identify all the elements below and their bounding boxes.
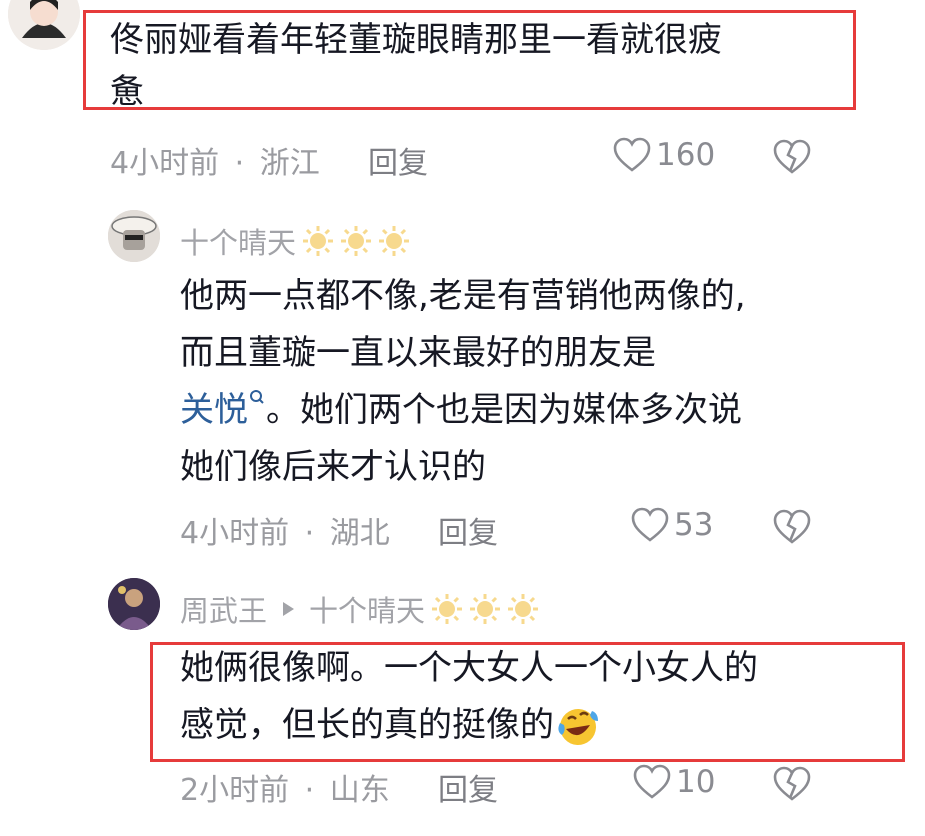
comment1-meta: 4小时前 · 浙江 [110, 138, 320, 182]
reply1-text-line2: 而且董璇一直以来最好的朋友是 [180, 333, 656, 373]
reply2-text: 她俩很像啊。一个大女人一个小女人的 感觉，但长的真的挺像的 [180, 640, 900, 754]
reply2-time: 2小时前 [180, 773, 290, 808]
comment1-location: 浙江 [259, 146, 320, 181]
play-arrow-icon [283, 602, 295, 616]
reply1-location: 湖北 [329, 516, 390, 551]
comment1-dislike-button[interactable] [772, 138, 812, 180]
sun-icon [508, 594, 539, 624]
broken-heart-icon [773, 139, 811, 174]
heart-icon [633, 764, 671, 799]
reply1-text: 他两一点都不像,老是有营销他两像的, 而且董璇一直以来最好的朋友是 关悦 。她们两… [180, 268, 880, 496]
reply1-like-button[interactable]: 53 [630, 506, 713, 544]
comment1-reply-button[interactable]: 回复 [368, 138, 428, 182]
reply1-text-line1: 他两一点都不像,老是有营销他两像的, [180, 276, 746, 316]
reply2-text-line2-text: 感觉，但长的真的挺像的 [180, 705, 554, 745]
sun-icon [432, 594, 463, 624]
reply2-username[interactable]: 周武王 十个晴天 [180, 588, 539, 630]
sun-icon [379, 226, 410, 256]
search-link-guanyue[interactable]: 关悦 [180, 390, 248, 430]
separator: · [234, 146, 245, 181]
separator: · [304, 773, 315, 808]
reply1-reply-button[interactable]: 回复 [438, 508, 498, 552]
reply2-text-line1: 她俩很像啊。一个大女人一个小女人的 [180, 648, 758, 688]
reply1-user: 十个晴天 [180, 226, 297, 260]
comment1-like-count: 160 [656, 137, 716, 173]
broken-heart-icon [773, 509, 811, 544]
reply1-text-line3-rest: 。她们两个也是因为媒体多次说 [266, 390, 742, 430]
separator: · [304, 516, 315, 551]
avatar-comment1[interactable] [8, 0, 80, 50]
comment1-like-button[interactable]: 160 [612, 136, 715, 174]
reply1-like-count: 53 [674, 507, 714, 543]
search-icon[interactable] [248, 388, 266, 410]
reply2-meta: 2小时前 · 山东 [180, 765, 390, 809]
broken-heart-icon [773, 766, 811, 801]
heart-icon [613, 137, 651, 172]
sun-icon [470, 594, 501, 624]
avatar-image [8, 0, 80, 50]
reply1-text-line4: 她们像后来才认识的 [180, 447, 486, 487]
comment1-text-line2: 惫 [110, 72, 144, 112]
reply2-user: 周武王 [180, 594, 268, 628]
laughing-crying-emoji-icon [558, 708, 598, 745]
reply2-reply-button[interactable]: 回复 [438, 765, 498, 809]
avatar-image [108, 578, 160, 630]
avatar-image [108, 210, 160, 262]
comment1-time: 4小时前 [110, 146, 220, 181]
sun-icon [303, 226, 334, 256]
heart-icon [631, 507, 669, 542]
reply1-username[interactable]: 十个晴天 [180, 220, 410, 262]
reply1-text-line3: 关悦 。她们两个也是因为媒体多次说 [180, 382, 880, 439]
reply1-time: 4小时前 [180, 516, 290, 551]
reply1-meta: 4小时前 · 湖北 [180, 508, 390, 552]
reply2-like-count: 10 [676, 764, 716, 800]
comment1-text: 佟丽娅看着年轻董璇眼睛那里一看就很疲 惫 [110, 14, 850, 118]
avatar-reply2[interactable] [108, 578, 160, 630]
avatar-reply1[interactable] [108, 210, 160, 262]
reply2-dislike-button[interactable] [772, 765, 812, 807]
sun-icon [341, 226, 372, 256]
reply1-dislike-button[interactable] [772, 508, 812, 550]
comment1-text-line1: 佟丽娅看着年轻董璇眼睛那里一看就很疲 [110, 20, 722, 60]
reply2-location: 山东 [329, 773, 390, 808]
reply2-reply-to: 十个晴天 [309, 594, 426, 628]
reply2-like-button[interactable]: 10 [632, 763, 715, 801]
reply2-text-line2: 感觉，但长的真的挺像的 [180, 697, 900, 754]
